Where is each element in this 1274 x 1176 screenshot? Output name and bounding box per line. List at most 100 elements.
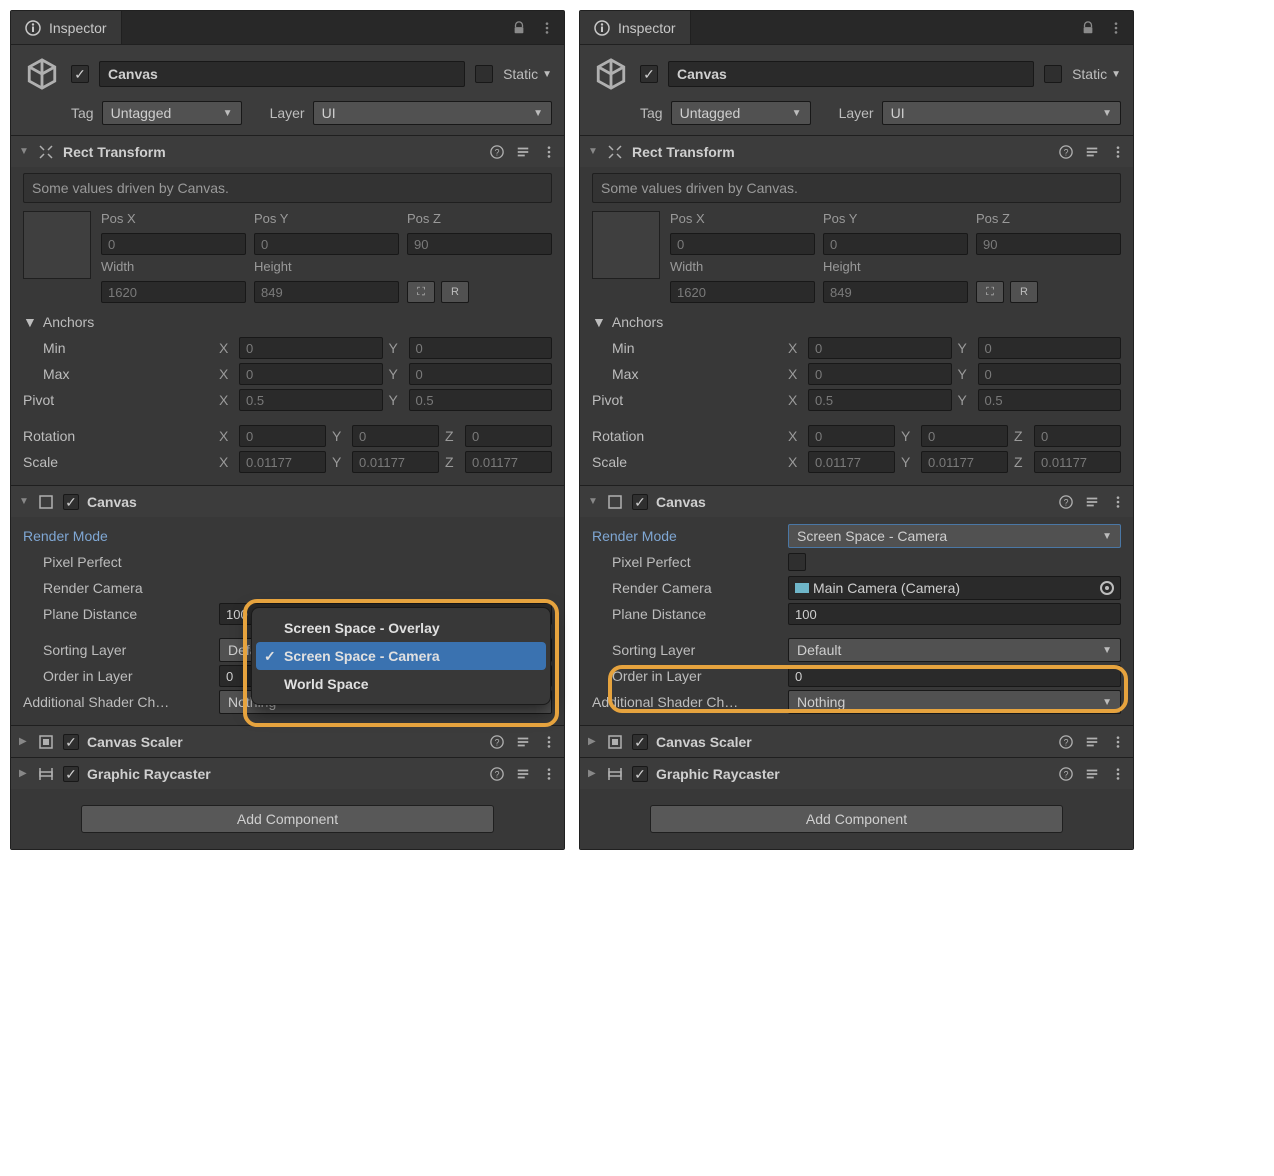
scale-y-field[interactable]: 0.01177 bbox=[921, 451, 1008, 473]
max-y-field[interactable]: 0 bbox=[409, 363, 553, 385]
height-field[interactable]: 849 bbox=[823, 281, 968, 303]
scale-y-field[interactable]: 0.01177 bbox=[352, 451, 439, 473]
tag-dropdown[interactable]: Untagged▼ bbox=[671, 101, 811, 125]
preset-icon[interactable] bbox=[1085, 145, 1099, 159]
menu-dots-icon[interactable] bbox=[1111, 767, 1125, 781]
layer-dropdown[interactable]: UI▼ bbox=[882, 101, 1121, 125]
preset-icon[interactable] bbox=[516, 767, 530, 781]
help-icon[interactable]: ? bbox=[490, 145, 504, 159]
render-mode-option-world[interactable]: World Space bbox=[256, 670, 546, 698]
blueprint-button[interactable]: ⛶ bbox=[976, 281, 1004, 303]
posx-field[interactable]: 0 bbox=[670, 233, 815, 255]
rot-y-field[interactable]: 0 bbox=[352, 425, 439, 447]
help-icon[interactable]: ? bbox=[1059, 735, 1073, 749]
inspector-tab[interactable]: Inspector bbox=[580, 11, 691, 44]
object-name-field[interactable]: Canvas bbox=[99, 61, 465, 87]
add-component-button[interactable]: Add Component bbox=[81, 805, 494, 833]
height-field[interactable]: 849 bbox=[254, 281, 399, 303]
menu-dots-icon[interactable] bbox=[1111, 735, 1125, 749]
anchors-label[interactable]: Anchors bbox=[43, 314, 94, 330]
sorting-layer-dropdown[interactable]: Default▼ bbox=[788, 638, 1121, 662]
inspector-tab[interactable]: Inspector bbox=[11, 11, 122, 44]
rot-z-field[interactable]: 0 bbox=[1034, 425, 1121, 447]
min-y-field[interactable]: 0 bbox=[409, 337, 553, 359]
max-y-field[interactable]: 0 bbox=[978, 363, 1122, 385]
canvas-enabled-checkbox[interactable] bbox=[63, 494, 79, 510]
rot-y-field[interactable]: 0 bbox=[921, 425, 1008, 447]
menu-dots-icon[interactable] bbox=[542, 735, 556, 749]
render-mode-option-camera[interactable]: Screen Space - Camera bbox=[256, 642, 546, 670]
layer-dropdown[interactable]: UI▼ bbox=[313, 101, 552, 125]
width-field[interactable]: 1620 bbox=[670, 281, 815, 303]
gameobject-icon[interactable] bbox=[23, 55, 61, 93]
lock-icon[interactable] bbox=[1081, 21, 1095, 35]
anchors-label[interactable]: Anchors bbox=[612, 314, 663, 330]
pivot-y-field[interactable]: 0.5 bbox=[978, 389, 1122, 411]
min-y-field[interactable]: 0 bbox=[978, 337, 1122, 359]
rot-x-field[interactable]: 0 bbox=[239, 425, 326, 447]
pixel-perfect-checkbox[interactable] bbox=[788, 553, 806, 571]
menu-dots-icon[interactable] bbox=[1111, 495, 1125, 509]
pivot-x-field[interactable]: 0.5 bbox=[239, 389, 383, 411]
active-checkbox[interactable] bbox=[640, 65, 658, 83]
graphic-raycaster-enabled-checkbox[interactable] bbox=[63, 766, 79, 782]
help-icon[interactable]: ? bbox=[1059, 495, 1073, 509]
preset-icon[interactable] bbox=[516, 145, 530, 159]
scale-z-field[interactable]: 0.01177 bbox=[465, 451, 552, 473]
graphic-raycaster-enabled-checkbox[interactable] bbox=[632, 766, 648, 782]
preset-icon[interactable] bbox=[1085, 767, 1099, 781]
scale-z-field[interactable]: 0.01177 bbox=[1034, 451, 1121, 473]
render-mode-dropdown[interactable]: Screen Space - Camera▼ bbox=[788, 524, 1121, 548]
blueprint-button[interactable]: ⛶ bbox=[407, 281, 435, 303]
shader-channels-dropdown[interactable]: Nothing▼ bbox=[788, 690, 1121, 714]
canvas-enabled-checkbox[interactable] bbox=[632, 494, 648, 510]
add-component-button[interactable]: Add Component bbox=[650, 805, 1063, 833]
posx-field[interactable]: 0 bbox=[101, 233, 246, 255]
render-mode-option-overlay[interactable]: Screen Space - Overlay bbox=[256, 614, 546, 642]
pivot-x-field[interactable]: 0.5 bbox=[808, 389, 952, 411]
help-icon[interactable]: ? bbox=[1059, 767, 1073, 781]
anchor-preset[interactable] bbox=[592, 211, 660, 279]
min-x-field[interactable]: 0 bbox=[808, 337, 952, 359]
preset-icon[interactable] bbox=[516, 735, 530, 749]
plane-distance-field[interactable]: 100 bbox=[788, 603, 1121, 625]
graphic-raycaster-header[interactable]: ▶ Graphic Raycaster ? bbox=[580, 757, 1133, 789]
object-name-field[interactable]: Canvas bbox=[668, 61, 1034, 87]
canvas-scaler-header[interactable]: ▶ Canvas Scaler ? bbox=[580, 725, 1133, 757]
raw-button[interactable]: R bbox=[1010, 281, 1038, 303]
posz-field[interactable]: 90 bbox=[407, 233, 552, 255]
static-dropdown[interactable]: Static▼ bbox=[1072, 66, 1121, 82]
posz-field[interactable]: 90 bbox=[976, 233, 1121, 255]
menu-dots-icon[interactable] bbox=[542, 145, 556, 159]
canvas-header[interactable]: ▼ Canvas bbox=[11, 485, 564, 517]
rect-transform-header[interactable]: ▼ Rect Transform ? bbox=[580, 135, 1133, 167]
render-camera-field[interactable]: Main Camera (Camera) bbox=[788, 576, 1121, 600]
canvas-scaler-enabled-checkbox[interactable] bbox=[632, 734, 648, 750]
posy-field[interactable]: 0 bbox=[254, 233, 399, 255]
width-field[interactable]: 1620 bbox=[101, 281, 246, 303]
raw-button[interactable]: R bbox=[441, 281, 469, 303]
help-icon[interactable]: ? bbox=[1059, 145, 1073, 159]
canvas-header[interactable]: ▼ Canvas ? bbox=[580, 485, 1133, 517]
static-dropdown[interactable]: Static ▼ bbox=[503, 66, 552, 82]
menu-dots-icon[interactable] bbox=[1109, 21, 1123, 35]
pivot-y-field[interactable]: 0.5 bbox=[409, 389, 553, 411]
rot-z-field[interactable]: 0 bbox=[465, 425, 552, 447]
canvas-scaler-enabled-checkbox[interactable] bbox=[63, 734, 79, 750]
scale-x-field[interactable]: 0.01177 bbox=[239, 451, 326, 473]
anchor-preset[interactable] bbox=[23, 211, 91, 279]
gameobject-icon[interactable] bbox=[592, 55, 630, 93]
preset-icon[interactable] bbox=[1085, 495, 1099, 509]
static-checkbox[interactable] bbox=[475, 65, 493, 83]
tag-dropdown[interactable]: Untagged▼ bbox=[102, 101, 242, 125]
rect-transform-header[interactable]: ▼ Rect Transform ? bbox=[11, 135, 564, 167]
menu-dots-icon[interactable] bbox=[1111, 145, 1125, 159]
order-field[interactable]: 0 bbox=[788, 665, 1121, 687]
menu-dots-icon[interactable] bbox=[540, 21, 554, 35]
posy-field[interactable]: 0 bbox=[823, 233, 968, 255]
graphic-raycaster-header[interactable]: ▶ Graphic Raycaster ? bbox=[11, 757, 564, 789]
rot-x-field[interactable]: 0 bbox=[808, 425, 895, 447]
menu-dots-icon[interactable] bbox=[542, 767, 556, 781]
static-checkbox[interactable] bbox=[1044, 65, 1062, 83]
object-picker-icon[interactable] bbox=[1100, 581, 1114, 595]
